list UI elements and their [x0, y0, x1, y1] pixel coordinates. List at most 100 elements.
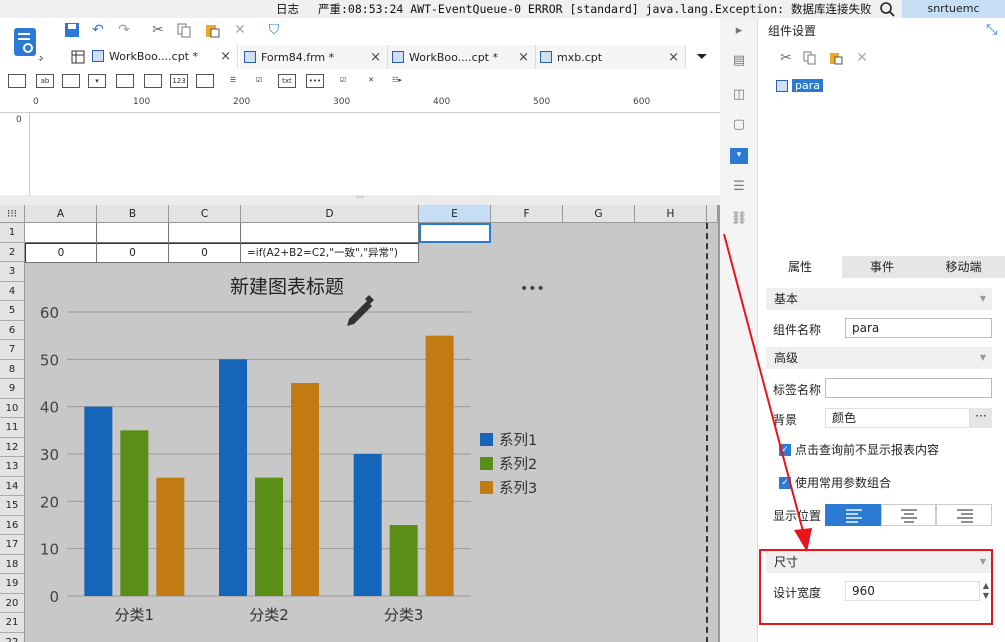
cell-element-icon[interactable]: ▤ — [730, 52, 748, 70]
parameter-canvas[interactable] — [30, 113, 720, 195]
search-icon[interactable] — [878, 0, 896, 18]
align-center-button[interactable] — [881, 504, 936, 526]
query-widget-icon[interactable]: ✕ — [362, 74, 380, 88]
background-value[interactable]: 颜色 — [825, 408, 970, 428]
row-header[interactable]: 9 — [0, 379, 25, 399]
report-grid[interactable]: ⁝⁝⁝ A B C D E F G H 1 2 3 4 5 6 7 8 9 10 11 12 13 14 1… — [0, 205, 718, 642]
align-left-button[interactable] — [825, 504, 881, 526]
log-label[interactable]: 日志 — [276, 1, 299, 17]
cell-b1[interactable] — [97, 223, 169, 243]
expand-arrow-icon[interactable]: ▸ — [730, 22, 748, 40]
cut-icon[interactable]: ✂ — [776, 48, 796, 68]
cell-a1[interactable] — [25, 223, 97, 243]
list-widget-icon[interactable] — [196, 74, 214, 88]
tab-workbook-2[interactable]: WorkBoo....cpt * × — [388, 45, 536, 69]
cell-e1-selected[interactable] — [419, 223, 491, 243]
column-header[interactable]: G — [563, 205, 635, 223]
tab-mobile[interactable]: 移动端 — [922, 256, 1005, 278]
checkbox-group-icon[interactable]: ☑ — [334, 74, 352, 88]
row-header[interactable]: 5 — [0, 301, 25, 321]
row-header[interactable]: 21 — [0, 613, 25, 633]
number-widget-icon[interactable]: 123 — [170, 74, 188, 88]
row-header[interactable]: 11 — [0, 418, 25, 438]
cell-a2[interactable]: 0 — [25, 243, 97, 263]
textarea-widget-icon[interactable]: txt — [278, 74, 296, 88]
user-name[interactable]: snrtuemc — [902, 0, 1005, 18]
align-right-button[interactable] — [936, 504, 992, 526]
row-header[interactable]: 15 — [0, 496, 25, 516]
row-header[interactable]: 20 — [0, 593, 25, 613]
column-header[interactable]: E — [419, 205, 491, 223]
bar-chart[interactable]: 0 10 20 30 40 50 60 新建图表标题 ••• 分类1 分类2 分类3 系列1 系列2 系列3 — [25, 263, 706, 642]
section-basic[interactable]: 基本 ▼ — [766, 288, 992, 310]
collapse-panel-icon[interactable]: ⤡ — [986, 22, 997, 38]
row-header[interactable]: 2 — [0, 242, 25, 262]
tab-form84[interactable]: Form84.frm * × — [240, 45, 388, 69]
date-widget-icon[interactable] — [116, 74, 134, 88]
component-name-input[interactable]: para — [845, 318, 992, 338]
combo-widget-icon[interactable]: ▾ — [88, 74, 106, 88]
row-header[interactable]: 13 — [0, 457, 25, 477]
tab-menu-icon[interactable]: ⏷ — [692, 47, 712, 67]
corner-cell[interactable]: ⁝⁝⁝ — [0, 205, 25, 223]
row-header[interactable]: 1 — [0, 223, 25, 243]
row-header[interactable]: 3 — [0, 262, 25, 282]
tab-mxb[interactable]: mxb.cpt × — [536, 45, 686, 69]
row-header[interactable]: 19 — [0, 574, 25, 594]
tag-name-input[interactable] — [825, 378, 992, 398]
shield-icon[interactable]: ⛉ — [264, 20, 284, 40]
cell-b2[interactable]: 0 — [97, 243, 169, 263]
redo-icon[interactable]: ↷ — [114, 20, 134, 40]
close-icon[interactable]: × — [370, 50, 381, 65]
background-more-button[interactable]: ··· — [970, 408, 992, 428]
row-header[interactable]: 8 — [0, 359, 25, 379]
row-header[interactable]: 6 — [0, 320, 25, 340]
row-header[interactable]: 22 — [0, 632, 25, 642]
row-header[interactable]: 17 — [0, 535, 25, 555]
row-header[interactable]: 18 — [0, 554, 25, 574]
cell-attr-icon[interactable]: ◫ — [730, 86, 748, 104]
cell-c1[interactable] — [169, 223, 241, 243]
paste-icon[interactable] — [202, 20, 222, 40]
close-icon[interactable]: × — [220, 49, 231, 64]
text-widget-icon[interactable]: ab — [36, 74, 54, 88]
delete-icon[interactable]: ✕ — [230, 20, 250, 40]
float-element-icon[interactable]: ▢ — [730, 116, 748, 134]
checkbox-common-params[interactable]: ✓ — [779, 477, 791, 489]
column-header[interactable]: B — [97, 205, 169, 223]
row-header[interactable]: 16 — [0, 515, 25, 535]
delete-icon[interactable]: ✕ — [852, 48, 872, 68]
cell-c2[interactable]: 0 — [169, 243, 241, 263]
grid-icon[interactable] — [68, 47, 88, 67]
splitter-handle[interactable]: ··· — [0, 194, 720, 205]
checkbox-hide-before-query[interactable]: ✓ — [779, 444, 791, 456]
tab-workbook-1[interactable]: WorkBoo....cpt * × — [88, 45, 238, 69]
cut-icon[interactable]: ✂ — [148, 20, 168, 40]
copy-icon[interactable] — [174, 20, 194, 40]
label-widget-icon[interactable] — [8, 74, 26, 88]
copy-icon[interactable] — [800, 48, 820, 68]
more-widgets-icon[interactable]: ☷▸ — [388, 74, 406, 88]
save-icon[interactable] — [62, 20, 82, 40]
column-header[interactable]: D — [241, 205, 419, 223]
checkbox-widget-icon[interactable]: ☑ — [250, 74, 268, 88]
tree-item-para[interactable]: para — [792, 79, 823, 92]
close-icon[interactable]: × — [518, 50, 529, 65]
column-header[interactable]: H — [635, 205, 707, 223]
condition-icon[interactable]: ☰ — [730, 178, 748, 196]
row-header[interactable]: 12 — [0, 437, 25, 457]
button-widget-icon[interactable] — [62, 74, 80, 88]
column-header[interactable]: F — [491, 205, 563, 223]
app-logo[interactable] — [6, 22, 48, 64]
column-header[interactable]: C — [169, 205, 241, 223]
hyperlink-icon[interactable]: ⛓ — [730, 210, 748, 228]
row-header[interactable]: 7 — [0, 340, 25, 360]
column-header[interactable]: A — [25, 205, 97, 223]
cell-d1[interactable] — [241, 223, 419, 243]
row-header[interactable]: 10 — [0, 398, 25, 418]
tab-events[interactable]: 事件 — [842, 256, 922, 278]
paste-icon[interactable] — [826, 48, 846, 68]
row-header[interactable]: 14 — [0, 476, 25, 496]
section-advanced[interactable]: 高级 ▼ — [766, 347, 992, 369]
widget-settings-icon[interactable]: ▾ — [730, 148, 748, 164]
